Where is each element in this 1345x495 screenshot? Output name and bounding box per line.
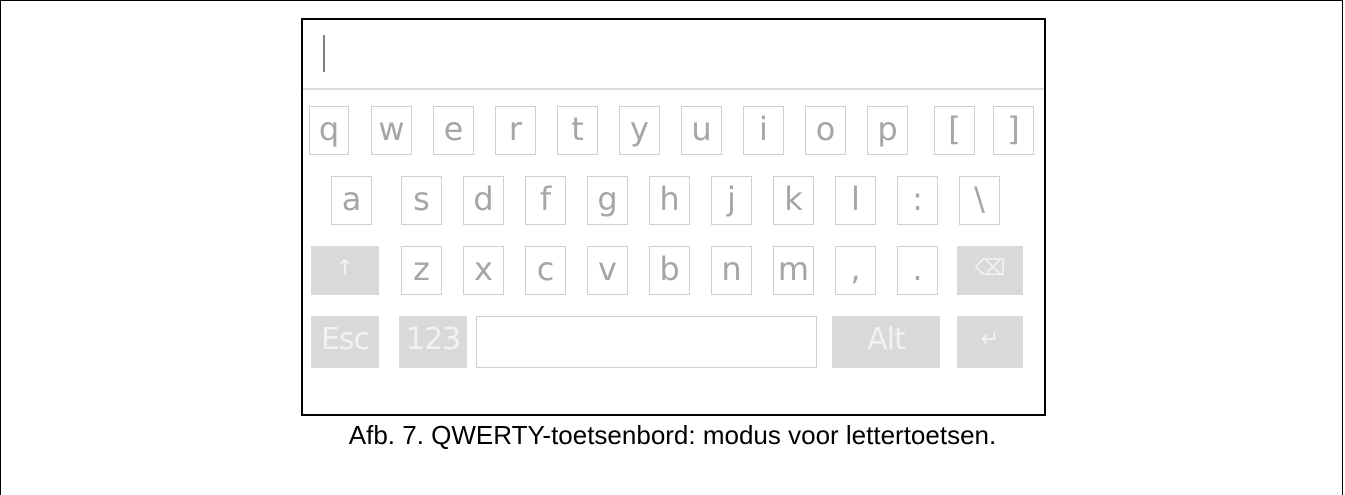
text-input-field[interactable] [303,20,1044,90]
key-comma[interactable]: , [835,246,876,295]
key-n[interactable]: n [711,246,752,295]
enter-icon: ↵ [980,327,1000,352]
key-c[interactable]: c [525,246,566,295]
backspace-icon: ⌫ [974,255,1006,281]
key-r[interactable]: r [495,106,536,155]
key-backslash[interactable]: \ [959,176,1000,225]
space-key[interactable] [476,316,817,368]
keyboard-screen: q w e r t y u i o p [ ] a s d f g h j k … [301,18,1046,416]
key-left-bracket[interactable]: [ [934,106,975,155]
shift-key[interactable]: ↑ [311,246,379,295]
key-q[interactable]: q [309,106,349,155]
key-b[interactable]: b [649,246,690,295]
esc-key[interactable]: Esc [311,316,379,368]
key-w[interactable]: w [371,106,412,155]
key-x[interactable]: x [463,246,504,295]
key-i[interactable]: i [743,106,784,155]
key-v[interactable]: v [587,246,628,295]
key-e[interactable]: e [433,106,474,155]
key-k[interactable]: k [773,176,814,225]
backspace-key[interactable]: ⌫ [957,246,1023,295]
arrow-up-icon: ↑ [335,255,355,281]
key-y[interactable]: y [619,106,660,155]
key-d[interactable]: d [463,176,504,225]
key-u[interactable]: u [681,106,722,155]
enter-key[interactable]: ↵ [957,316,1023,368]
key-right-bracket[interactable]: ] [993,106,1034,155]
key-t[interactable]: t [557,106,598,155]
key-l[interactable]: l [835,176,876,225]
figure-caption: Afb. 7. QWERTY-toetsenbord: modus voor l… [348,420,997,450]
key-o[interactable]: o [805,106,846,155]
key-f[interactable]: f [525,176,566,225]
key-s[interactable]: s [401,176,442,225]
text-cursor [323,35,325,72]
key-g[interactable]: g [587,176,628,225]
key-m[interactable]: m [773,246,814,295]
numeric-mode-key[interactable]: 123 [399,316,467,368]
key-colon[interactable]: : [897,176,938,225]
key-z[interactable]: z [401,246,442,295]
key-p[interactable]: p [867,106,908,155]
key-a[interactable]: a [331,176,372,225]
key-h[interactable]: h [649,176,690,225]
key-j[interactable]: j [711,176,752,225]
key-period[interactable]: . [897,246,938,295]
alt-key[interactable]: Alt [832,316,940,368]
